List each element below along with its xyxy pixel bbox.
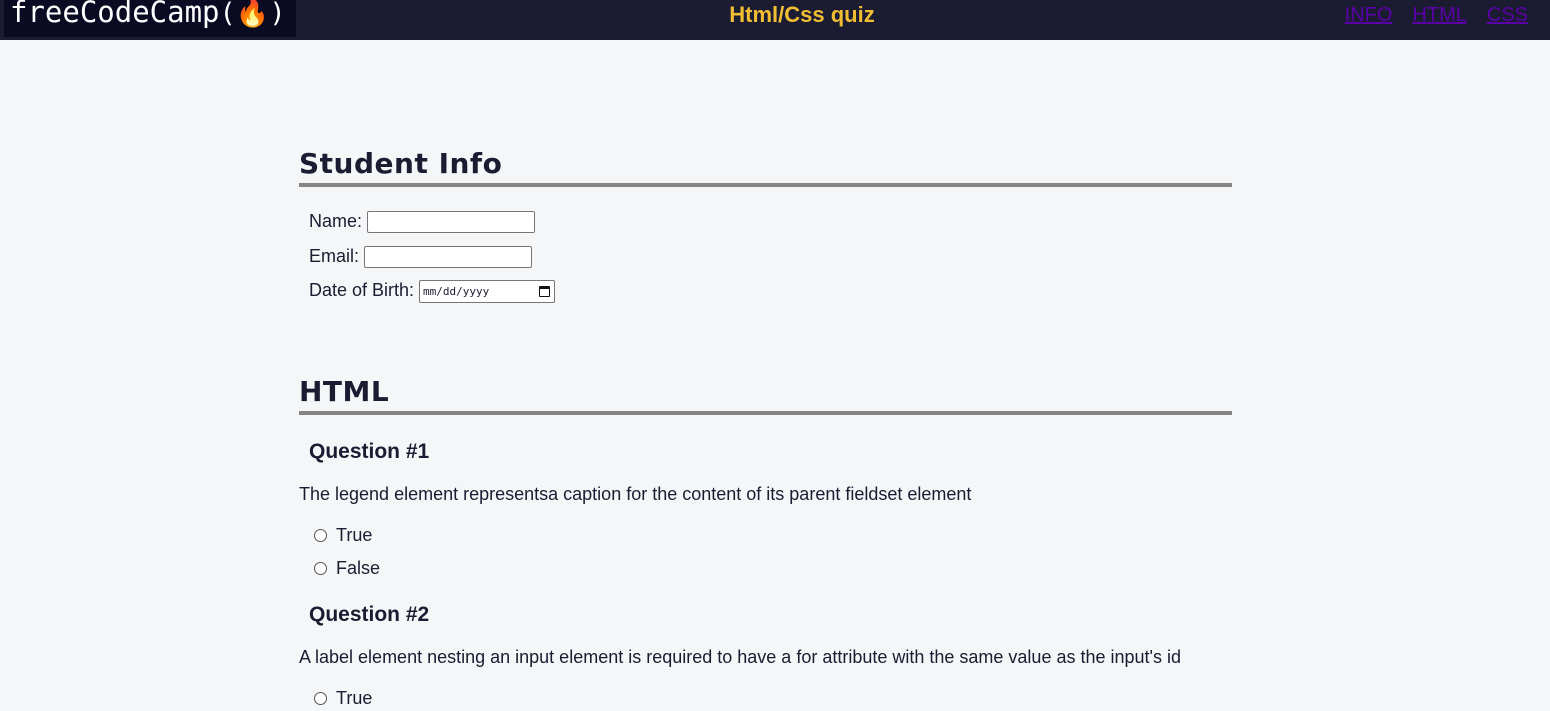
top-nav: INFO HTML CSS bbox=[1345, 3, 1528, 27]
option-label: True bbox=[336, 688, 373, 708]
quiz-form: Student Info Name: Email: Date of Birth:… bbox=[299, 140, 1232, 711]
dob-placeholder: mm/dd/yyyy bbox=[423, 285, 490, 298]
option-label: False bbox=[336, 558, 381, 578]
page-title: Html/Css quiz bbox=[729, 2, 875, 27]
name-input[interactable] bbox=[367, 211, 536, 233]
question-2-text: A label element nesting an input element… bbox=[299, 646, 1181, 667]
dob-label: Date of Birth: bbox=[309, 280, 415, 300]
question-1-option-false[interactable]: False bbox=[299, 557, 1232, 581]
radio-button[interactable] bbox=[314, 562, 327, 575]
dob-date-input[interactable]: mm/dd/yyyy bbox=[419, 280, 556, 303]
radio-button[interactable] bbox=[314, 692, 327, 705]
question-2-option-true[interactable]: True bbox=[299, 687, 1232, 711]
option-label: True bbox=[336, 525, 373, 545]
name-row: Name: bbox=[309, 211, 1232, 246]
student-info-section: Student Info Name: Email: Date of Birth:… bbox=[299, 140, 1232, 315]
email-row: Email: bbox=[309, 245, 1232, 281]
email-label: Email: bbox=[309, 245, 360, 266]
section-title-html: HTML bbox=[299, 368, 1232, 415]
dob-row: Date of Birth: mm/dd/yyyy bbox=[309, 280, 1232, 315]
student-info-fields: Name: Email: Date of Birth: mm/dd/yyyy bbox=[299, 187, 1232, 315]
nav-link-css[interactable]: CSS bbox=[1487, 3, 1528, 27]
nav-link-html[interactable]: HTML bbox=[1412, 3, 1466, 27]
question-1-heading: Question #1 bbox=[309, 439, 430, 463]
question-2-heading: Question #2 bbox=[309, 602, 430, 626]
name-label: Name: bbox=[309, 211, 363, 231]
question-1-text: The legend element representsa caption f… bbox=[299, 483, 972, 504]
radio-button[interactable] bbox=[314, 529, 327, 542]
calendar-icon[interactable] bbox=[539, 286, 551, 297]
email-input[interactable] bbox=[364, 245, 533, 268]
html-section: HTML Question #1 The legend element repr… bbox=[299, 368, 1232, 711]
question-1-option-true[interactable]: True bbox=[299, 524, 1232, 548]
top-header: freeCodeCamp(🔥) Html/Css quiz INFO HTML … bbox=[0, 0, 1550, 40]
section-title-student-info: Student Info bbox=[299, 140, 1232, 187]
nav-link-info[interactable]: INFO bbox=[1345, 3, 1393, 27]
